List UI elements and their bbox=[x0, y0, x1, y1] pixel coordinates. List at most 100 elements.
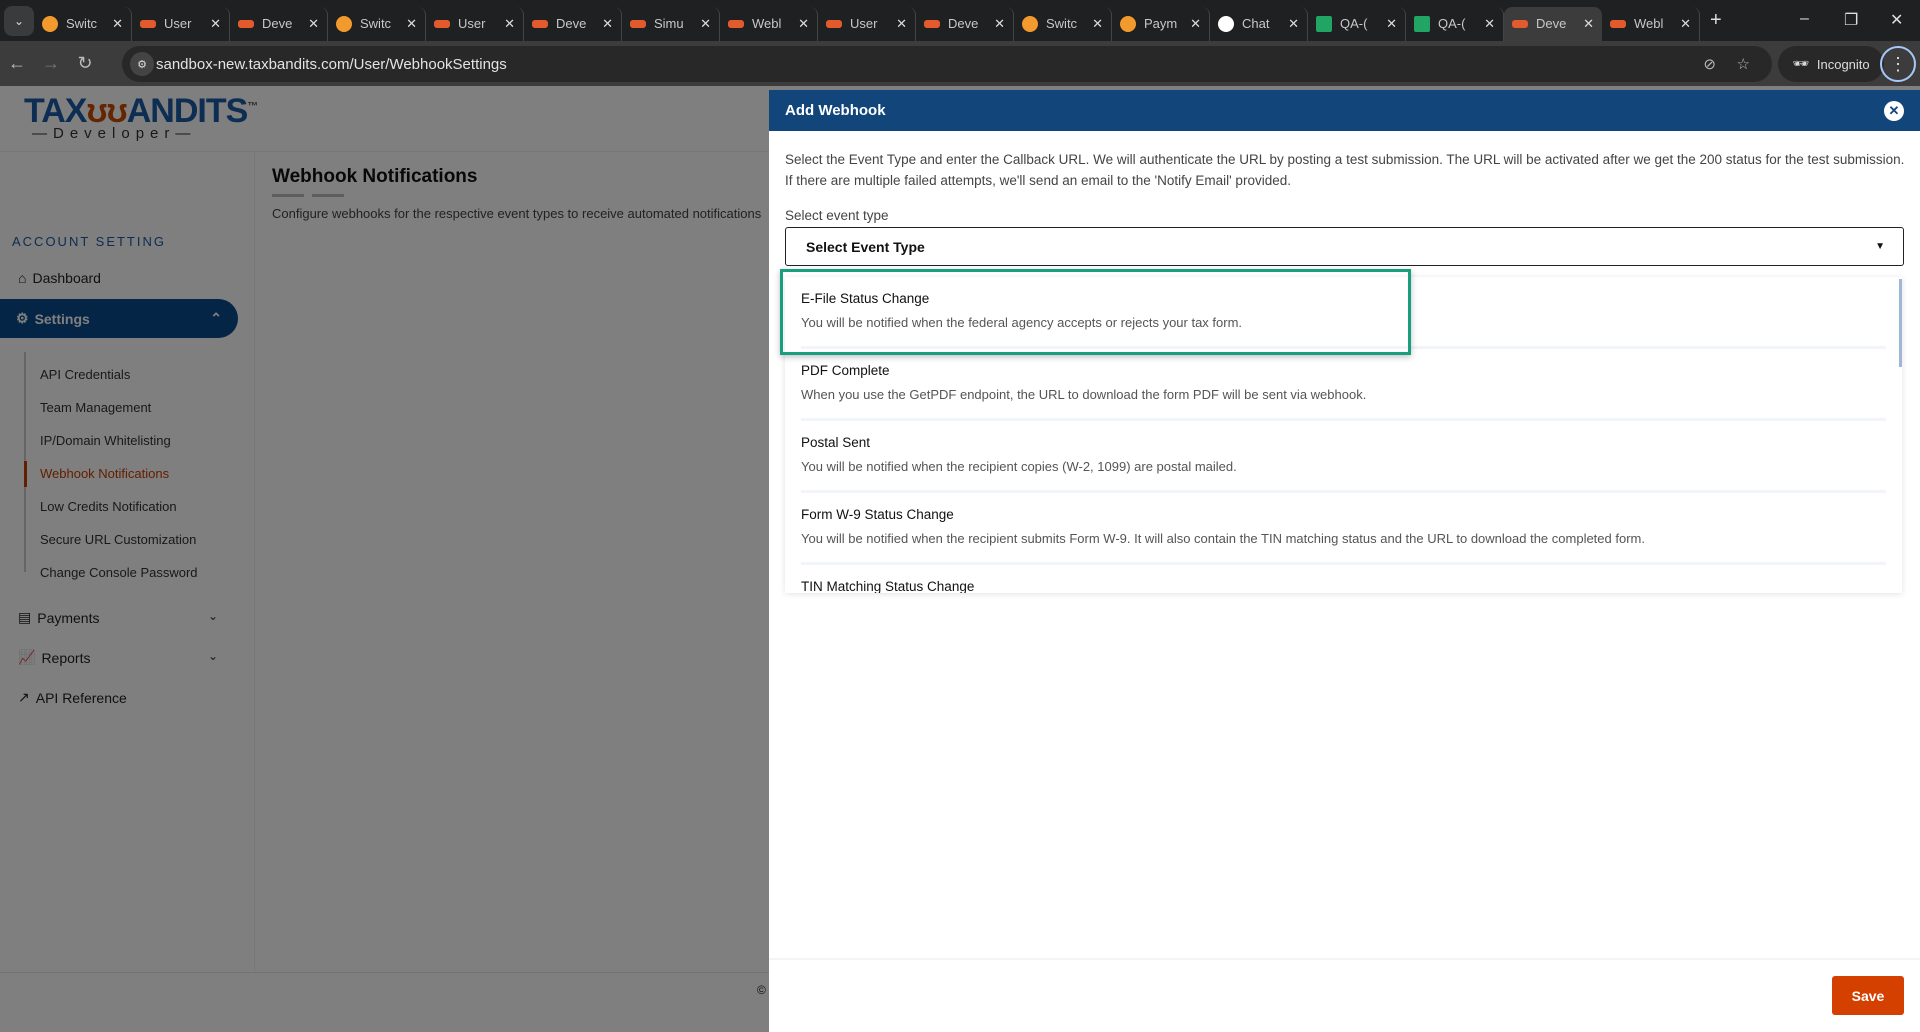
event-type-select[interactable]: Select Event Type ▼ bbox=[785, 227, 1904, 266]
highlight-box bbox=[780, 269, 1411, 355]
option-title: Form W-9 Status Change bbox=[801, 507, 954, 522]
url-input[interactable]: ⚙ sandbox-new.taxbandits.com/User/Webhoo… bbox=[122, 46, 1772, 82]
browser-tab-strip: ⌄ Switc ✕ User ✕ Deve ✕ Switc ✕ User ✕ Deve ✕ Simu ✕ W… bbox=[0, 0, 1920, 41]
close-tab-icon[interactable]: ✕ bbox=[210, 16, 221, 32]
event-type-label: Select event type bbox=[785, 208, 889, 223]
browser-tab[interactable]: Paym ✕ bbox=[1112, 6, 1210, 41]
browser-tab[interactable]: Webl ✕ bbox=[720, 6, 818, 41]
incognito-icon: 🕶 bbox=[1792, 56, 1809, 71]
close-tab-icon[interactable]: ✕ bbox=[798, 16, 809, 32]
browser-tab[interactable]: Chat ✕ bbox=[1210, 6, 1308, 41]
tab-label: Webl bbox=[752, 16, 782, 31]
close-tab-icon[interactable]: ✕ bbox=[1190, 16, 1201, 32]
close-icon[interactable]: ✕ bbox=[1884, 101, 1904, 121]
option-title: TIN Matching Status Change bbox=[801, 579, 975, 593]
tab-label: QA-( bbox=[1438, 16, 1466, 31]
tab-label: User bbox=[164, 16, 192, 31]
footer-divider bbox=[769, 958, 1920, 960]
orange-icon bbox=[336, 15, 352, 32]
event-option[interactable]: PDF Complete When you use the GetPDF endp… bbox=[801, 349, 1886, 421]
add-webhook-panel: Add Webhook ✕ Select the Event Type and e… bbox=[769, 90, 1920, 1032]
close-tab-icon[interactable]: ✕ bbox=[1288, 16, 1299, 32]
address-bar: ← → ↻ ⚙ sandbox-new.taxbandits.com/User/… bbox=[0, 41, 1920, 86]
select-value: Select Event Type bbox=[806, 238, 925, 255]
browser-tab[interactable]: Deve ✕ bbox=[916, 6, 1014, 41]
orange-icon bbox=[1120, 15, 1136, 32]
new-tab-button[interactable]: + bbox=[1710, 9, 1722, 32]
event-option[interactable]: Postal Sent You will be notified when the… bbox=[801, 421, 1886, 493]
tab-label: Switc bbox=[1046, 16, 1078, 31]
browser-tab[interactable]: Switc ✕ bbox=[1014, 6, 1112, 41]
browser-tab[interactable]: Switc ✕ bbox=[328, 6, 426, 41]
caret-down-icon: ▼ bbox=[1875, 241, 1885, 252]
event-option[interactable]: TIN Matching Status Change bbox=[801, 565, 1886, 593]
panel-header: Add Webhook ✕ bbox=[769, 90, 1920, 131]
tab-label: Deve bbox=[556, 16, 587, 31]
option-title: Postal Sent bbox=[801, 435, 871, 450]
close-tab-icon[interactable]: ✕ bbox=[1484, 16, 1495, 32]
sheets-icon bbox=[1414, 15, 1430, 32]
bookmark-star-icon[interactable]: ☆ bbox=[1737, 55, 1750, 73]
close-window-button[interactable]: ✕ bbox=[1890, 10, 1903, 30]
forward-icon[interactable]: → bbox=[34, 53, 68, 74]
save-button[interactable]: Save bbox=[1832, 976, 1904, 1015]
close-tab-icon[interactable]: ✕ bbox=[896, 16, 907, 32]
browser-tab[interactable]: Webl ✕ bbox=[1602, 6, 1700, 41]
scrollbar[interactable] bbox=[1899, 279, 1902, 367]
taxbandits-icon bbox=[826, 19, 842, 28]
browser-tab[interactable]: Deve ✕ bbox=[230, 6, 328, 41]
back-icon[interactable]: ← bbox=[0, 53, 34, 74]
taxbandits-icon bbox=[630, 19, 646, 28]
close-tab-icon[interactable]: ✕ bbox=[406, 16, 417, 32]
restore-button[interactable]: ❐ bbox=[1844, 10, 1858, 30]
minimize-button[interactable]: – bbox=[1800, 10, 1809, 28]
close-tab-icon[interactable]: ✕ bbox=[308, 16, 319, 32]
option-description: You will be notified when the recipient … bbox=[801, 531, 1645, 546]
browser-menu-icon[interactable]: ⋮ bbox=[1880, 46, 1916, 82]
option-description: When you use the GetPDF endpoint, the UR… bbox=[801, 387, 1367, 402]
tab-label: Deve bbox=[262, 16, 293, 31]
browser-tab[interactable]: User ✕ bbox=[426, 6, 524, 41]
panel-title: Add Webhook bbox=[785, 102, 886, 119]
sheets-icon bbox=[1316, 15, 1332, 32]
close-tab-icon[interactable]: ✕ bbox=[1583, 16, 1594, 32]
taxbandits-icon bbox=[924, 19, 940, 28]
incognito-indicator[interactable]: 🕶 Incognito bbox=[1778, 46, 1884, 82]
close-tab-icon[interactable]: ✕ bbox=[1092, 16, 1103, 32]
tab-label: QA-( bbox=[1340, 16, 1368, 31]
browser-tab[interactable]: Deve ✕ bbox=[1504, 6, 1602, 41]
taxbandits-icon bbox=[728, 19, 744, 28]
tab-search-chevron-icon[interactable]: ⌄ bbox=[4, 5, 34, 36]
tab-label: Simu bbox=[654, 16, 684, 31]
reload-icon[interactable]: ↻ bbox=[68, 53, 102, 74]
browser-tab[interactable]: Switc ✕ bbox=[34, 6, 132, 41]
tab-label: Deve bbox=[948, 16, 979, 31]
panel-intro: Select the Event Type and enter the Call… bbox=[785, 152, 1905, 188]
close-tab-icon[interactable]: ✕ bbox=[504, 16, 515, 32]
url-text: sandbox-new.taxbandits.com/User/WebhookS… bbox=[156, 55, 507, 73]
browser-tab[interactable]: Simu ✕ bbox=[622, 6, 720, 41]
close-tab-icon[interactable]: ✕ bbox=[112, 16, 123, 32]
browser-tab[interactable]: Deve ✕ bbox=[524, 6, 622, 41]
taxbandits-icon bbox=[238, 19, 254, 28]
event-option[interactable]: Form W-9 Status Change You will be notifi… bbox=[801, 493, 1886, 565]
browser-tab[interactable]: User ✕ bbox=[132, 6, 230, 41]
orange-icon bbox=[42, 15, 58, 32]
tab-label: User bbox=[850, 16, 878, 31]
browser-tab[interactable]: User ✕ bbox=[818, 6, 916, 41]
browser-tab[interactable]: QA-( ✕ bbox=[1406, 6, 1504, 41]
tab-label: Paym bbox=[1144, 16, 1178, 31]
incognito-label: Incognito bbox=[1816, 56, 1870, 72]
close-tab-icon[interactable]: ✕ bbox=[1386, 16, 1397, 32]
option-description: You will be notified when the recipient … bbox=[801, 459, 1237, 474]
close-tab-icon[interactable]: ✕ bbox=[1680, 16, 1691, 32]
close-tab-icon[interactable]: ✕ bbox=[994, 16, 1005, 32]
close-tab-icon[interactable]: ✕ bbox=[700, 16, 711, 32]
tab-label: User bbox=[458, 16, 486, 31]
tab-label: Switc bbox=[66, 16, 98, 31]
close-tab-icon[interactable]: ✕ bbox=[602, 16, 613, 32]
tab-label: Deve bbox=[1536, 16, 1567, 31]
eye-off-icon[interactable]: ⊘ bbox=[1703, 55, 1716, 73]
browser-tab[interactable]: QA-( ✕ bbox=[1308, 6, 1406, 41]
site-settings-icon[interactable]: ⚙ bbox=[130, 52, 154, 76]
